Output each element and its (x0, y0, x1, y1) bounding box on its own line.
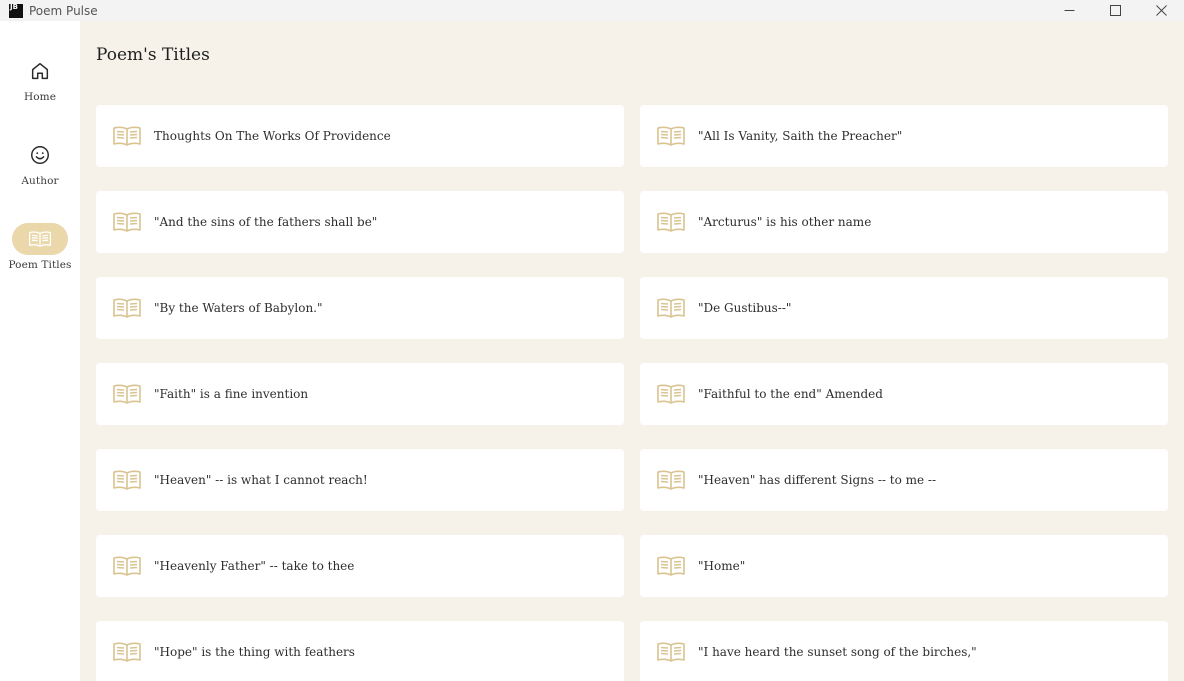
poem-title: Thoughts On The Works Of Providence (154, 129, 391, 143)
page-title: Poem's Titles (96, 45, 210, 65)
minimize-button[interactable] (1046, 0, 1092, 21)
sidebar-item-poem-titles[interactable]: Poem Titles (0, 223, 80, 271)
smiley-face-icon (31, 146, 49, 164)
poem-card[interactable]: "Home" (640, 535, 1168, 597)
main-content: Poem's Titles Thoughts On The Works Of P… (80, 21, 1184, 681)
poem-card[interactable]: "I have heard the sunset song of the bir… (640, 621, 1168, 681)
author-icon-container (12, 139, 68, 171)
open-book-icon (656, 555, 686, 577)
poem-card[interactable]: "Faith" is a fine invention (96, 363, 624, 425)
sidebar-item-author[interactable]: Author (0, 139, 80, 187)
open-book-icon (112, 125, 142, 147)
poem-titles-icon-container (12, 223, 68, 255)
poem-title: "Arcturus" is his other name (698, 215, 872, 229)
poem-title: "Home" (698, 559, 746, 573)
poem-title: "Heaven" -- is what I cannot reach! (154, 473, 368, 487)
poem-title: "Faithful to the end" Amended (698, 387, 883, 401)
open-book-icon (656, 469, 686, 491)
open-book-icon (112, 555, 142, 577)
poem-card[interactable]: "Hope" is the thing with feathers (96, 621, 624, 681)
poem-title: "Heaven" has different Signs -- to me -- (698, 473, 937, 487)
open-book-icon (656, 211, 686, 233)
poem-title: "Faith" is a fine invention (154, 387, 309, 401)
poem-title: "And the sins of the fathers shall be" (154, 215, 378, 229)
poem-titles-grid: Thoughts On The Works Of Providence "All … (96, 105, 1168, 681)
minimize-icon (1064, 10, 1074, 11)
poem-card[interactable]: "By the Waters of Babylon." (96, 277, 624, 339)
close-button[interactable] (1138, 0, 1184, 21)
open-book-icon (112, 211, 142, 233)
poem-card[interactable]: "De Gustibus--" (640, 277, 1168, 339)
poem-title: "All Is Vanity, Saith the Preacher" (698, 129, 903, 143)
sidebar-item-label: Poem Titles (8, 259, 72, 271)
open-book-icon (112, 641, 142, 663)
poem-title: "De Gustibus--" (698, 301, 792, 315)
poem-card[interactable]: "Heavenly Father" -- take to thee (96, 535, 624, 597)
window-title: Poem Pulse (29, 3, 98, 18)
window-titlebar: JB Poem Pulse (0, 0, 1184, 21)
poem-card[interactable]: "Heaven" has different Signs -- to me -- (640, 449, 1168, 511)
open-book-icon (112, 469, 142, 491)
open-book-icon (656, 125, 686, 147)
poem-title: "I have heard the sunset song of the bir… (698, 645, 977, 659)
home-icon-container (12, 55, 68, 87)
sidebar-item-label: Author (21, 175, 59, 187)
open-book-icon (656, 383, 686, 405)
close-icon (1155, 5, 1167, 16)
sidebar-item-label: Home (23, 91, 57, 103)
home-icon (31, 62, 49, 80)
open-book-icon (656, 297, 686, 319)
poem-title: "By the Waters of Babylon." (154, 301, 323, 315)
poem-card[interactable]: "Arcturus" is his other name (640, 191, 1168, 253)
poem-card[interactable]: "Faithful to the end" Amended (640, 363, 1168, 425)
app-logo-icon: JB (9, 3, 23, 18)
poem-title: "Hope" is the thing with feathers (154, 645, 355, 659)
open-book-icon (656, 641, 686, 663)
poem-card[interactable]: "And the sins of the fathers shall be" (96, 191, 624, 253)
open-book-icon (112, 383, 142, 405)
open-book-icon (28, 231, 52, 247)
window-controls (1046, 0, 1184, 21)
poem-card[interactable]: Thoughts On The Works Of Providence (96, 105, 624, 167)
maximize-button[interactable] (1092, 0, 1138, 21)
poem-title: "Heavenly Father" -- take to thee (154, 559, 355, 573)
open-book-icon (112, 297, 142, 319)
sidebar-navigation: Home Author Poem Titles (0, 21, 80, 681)
poem-card[interactable]: "All Is Vanity, Saith the Preacher" (640, 105, 1168, 167)
poem-card[interactable]: "Heaven" -- is what I cannot reach! (96, 449, 624, 511)
sidebar-item-home[interactable]: Home (0, 55, 80, 103)
maximize-icon (1109, 5, 1121, 16)
